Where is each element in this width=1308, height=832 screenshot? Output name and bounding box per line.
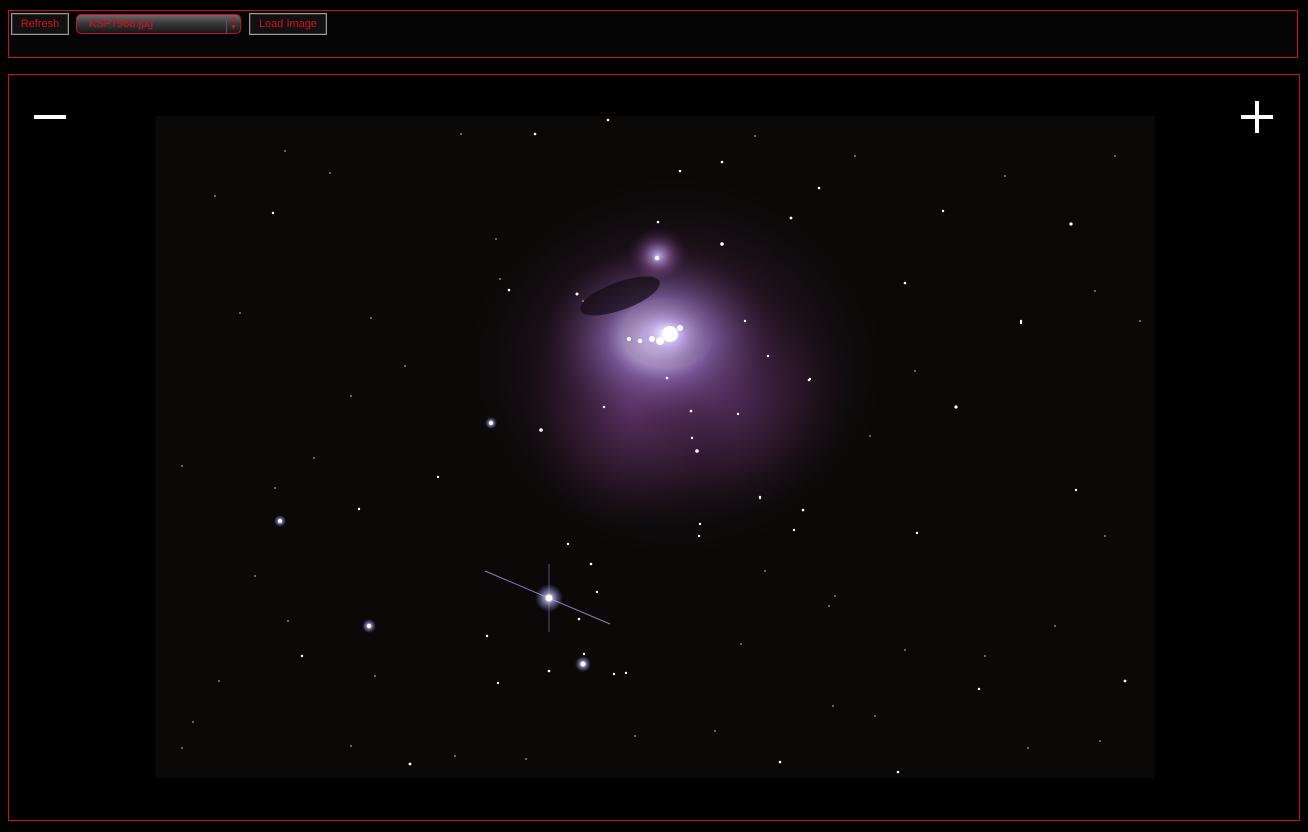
zoom-out-icon[interactable] <box>33 101 67 131</box>
nebula-image <box>155 116 1155 778</box>
image-viewer <box>8 74 1300 821</box>
file-select-value: KSP7968.jpg <box>89 18 154 30</box>
refresh-button[interactable]: Refresh <box>11 13 69 35</box>
nebula-photo <box>155 116 1155 778</box>
toolbar: Refresh KSP7968.jpg ▲ ▼ Load Image <box>8 10 1298 58</box>
file-select[interactable]: KSP7968.jpg ▲ ▼ <box>76 14 241 34</box>
load-image-button[interactable]: Load Image <box>249 13 327 35</box>
chevron-updown-icon: ▲ ▼ <box>226 15 240 33</box>
zoom-in-icon[interactable] <box>1239 99 1275 135</box>
